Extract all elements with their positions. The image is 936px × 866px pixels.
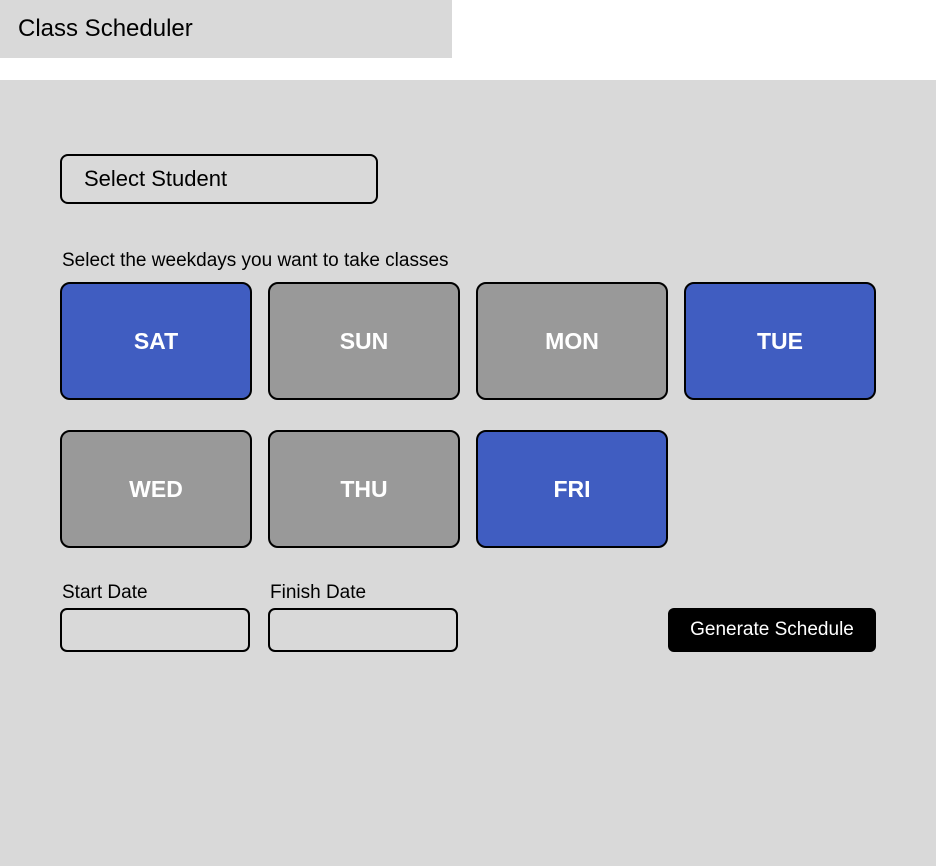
day-label: MON	[545, 327, 599, 354]
day-button-sat[interactable]: SAT	[60, 282, 252, 400]
day-label: TUE	[757, 327, 803, 354]
day-label: FRI	[553, 475, 591, 502]
day-label: SAT	[133, 327, 179, 354]
day-button-wed[interactable]: WED	[60, 430, 252, 548]
select-student-label: Select Student	[84, 166, 228, 191]
day-label: WED	[129, 475, 183, 502]
app-title: Class Scheduler	[18, 15, 193, 42]
start-date-input[interactable]	[60, 608, 250, 652]
generate-schedule-button[interactable]: Generate Schedule	[668, 608, 876, 652]
day-button-fri[interactable]: FRI	[476, 430, 668, 548]
scheduler-panel: Select Student Select the weekdays you w…	[0, 80, 936, 866]
weekday-prompt: Select the weekdays you want to take cla…	[62, 250, 449, 271]
finish-date-input[interactable]	[268, 608, 458, 652]
start-date-label: Start Date	[62, 582, 148, 603]
select-student-dropdown[interactable]: Select Student	[60, 154, 378, 204]
day-button-tue[interactable]: TUE	[684, 282, 876, 400]
finish-date-label: Finish Date	[270, 582, 367, 603]
day-button-sun[interactable]: SUN	[268, 282, 460, 400]
day-label: THU	[340, 475, 388, 502]
day-button-mon[interactable]: MON	[476, 282, 668, 400]
day-label: SUN	[339, 327, 389, 354]
app-title-bar: Class Scheduler	[0, 0, 452, 58]
day-button-thu[interactable]: THU	[268, 430, 460, 548]
